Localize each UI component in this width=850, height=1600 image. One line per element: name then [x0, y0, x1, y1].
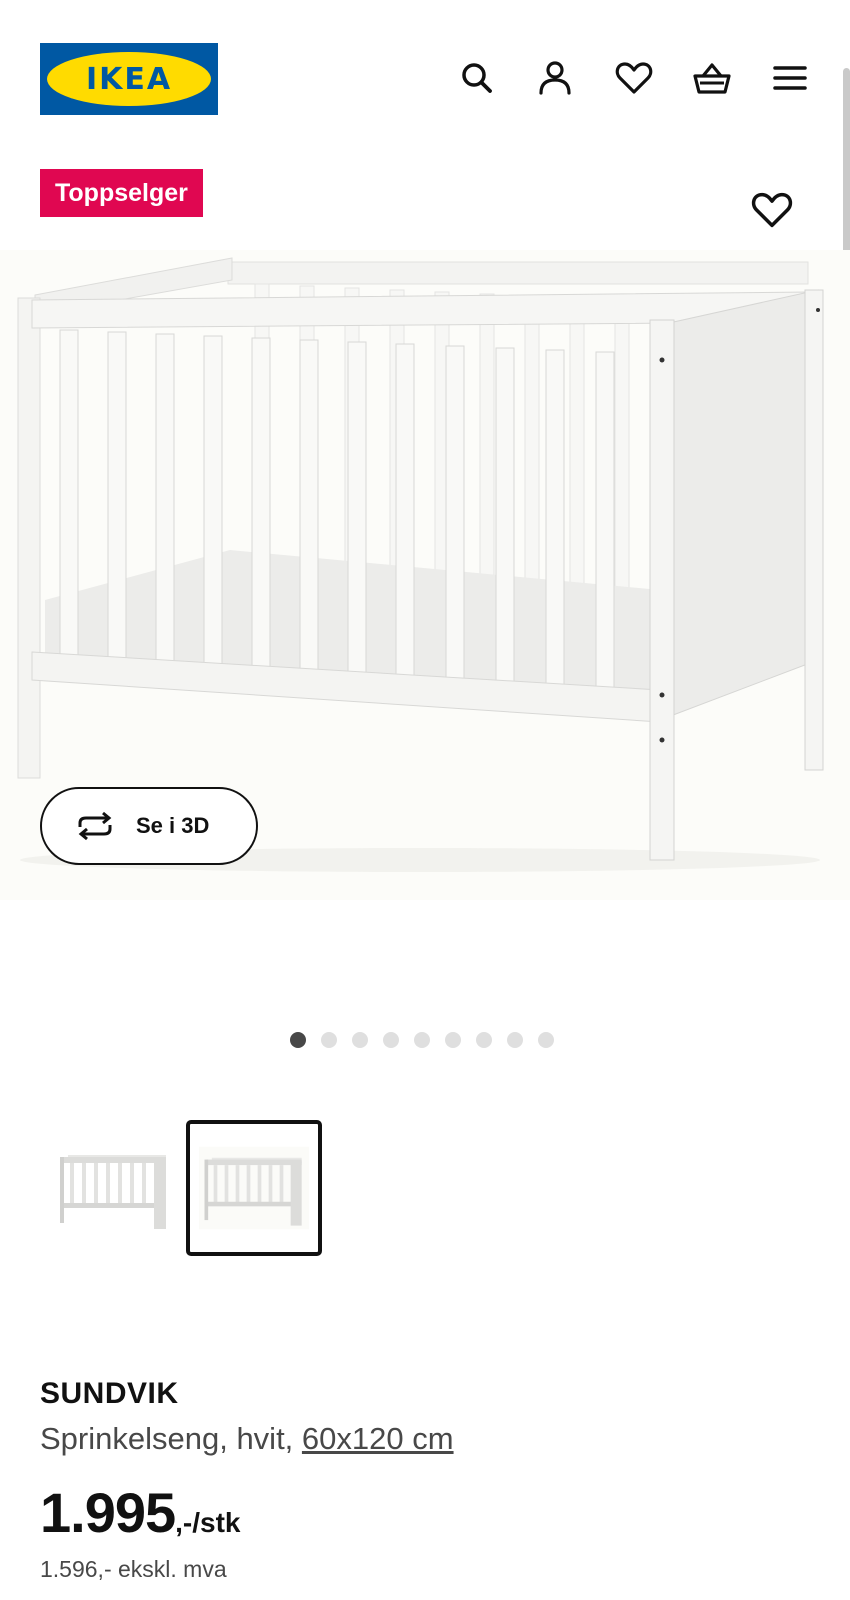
product-price: 1.995 ,-/stk	[40, 1480, 241, 1545]
search-icon[interactable]	[457, 58, 497, 98]
view-3d-button[interactable]: Se i 3D	[40, 787, 258, 865]
carousel-dot[interactable]	[476, 1032, 492, 1048]
rotate-3d-icon	[78, 811, 112, 841]
thumbnail-1[interactable]	[46, 1120, 182, 1256]
carousel-dot[interactable]	[538, 1032, 554, 1048]
basket-icon[interactable]	[692, 58, 732, 98]
price-value: 1.995	[40, 1481, 176, 1544]
carousel-dot[interactable]	[352, 1032, 368, 1048]
carousel-dot[interactable]	[507, 1032, 523, 1048]
top-seller-badge: Toppselger	[40, 169, 203, 217]
ikea-logo[interactable]: IKEA	[40, 43, 218, 115]
account-icon[interactable]	[535, 58, 575, 98]
carousel-dot[interactable]	[414, 1032, 430, 1048]
price-ex-vat: 1.596,- ekskl. mva	[40, 1556, 227, 1582]
carousel-dot[interactable]	[445, 1032, 461, 1048]
logo-text: IKEA	[85, 61, 173, 97]
carousel-dots	[290, 1032, 554, 1048]
favourite-heart-icon[interactable]	[750, 188, 794, 232]
product-size-link[interactable]: 60x120 cm	[302, 1421, 454, 1456]
carousel-dot[interactable]	[290, 1032, 306, 1048]
menu-icon[interactable]	[770, 58, 810, 98]
product-description: Sprinkelseng, hvit, 60x120 cm	[40, 1421, 454, 1457]
carousel-dot[interactable]	[321, 1032, 337, 1048]
product-type: Sprinkelseng, hvit,	[40, 1421, 302, 1456]
thumbnail-2[interactable]	[186, 1120, 322, 1256]
carousel-dot[interactable]	[383, 1032, 399, 1048]
product-name: SUNDVIK	[40, 1377, 179, 1410]
heart-icon[interactable]	[614, 58, 654, 98]
view-3d-label: Se i 3D	[136, 813, 210, 838]
price-unit: ,-/stk	[175, 1507, 241, 1538]
